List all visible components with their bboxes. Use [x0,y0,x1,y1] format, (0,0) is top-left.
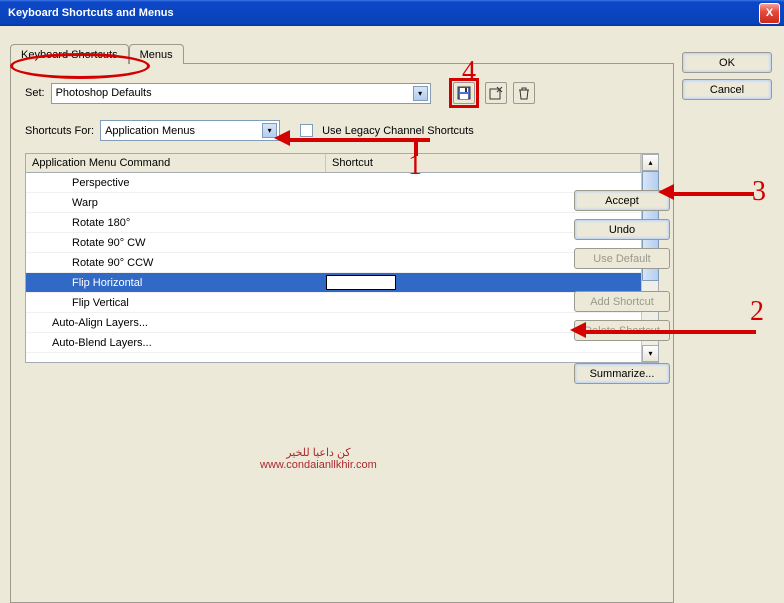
command-cell: Auto-Blend Layers... [32,337,326,349]
tab-menus[interactable]: Menus [129,44,184,64]
watermark: كن داعيا للخير www.condaianllkhir.com [260,446,377,471]
command-cell: Rotate 180° [32,217,326,229]
shortcuts-for-value: Application Menus [105,125,262,137]
chevron-down-icon: ▾ [413,86,428,101]
table-row[interactable]: Rotate 90° CCW [26,253,641,273]
table-row[interactable]: Perspective [26,173,641,193]
table-row[interactable]: Auto-Align Layers... [26,313,641,333]
trash-icon [517,86,531,100]
table-row[interactable]: Flip Horizontal [26,273,641,293]
dialog-buttons: OK Cancel [682,52,772,100]
set-value: Photoshop Defaults [56,87,413,99]
action-buttons: Accept Undo Use Default Add Shortcut Del… [574,190,670,384]
legacy-checkbox[interactable] [300,124,313,137]
window-title: Keyboard Shortcuts and Menus [4,7,759,19]
command-cell: Flip Horizontal [32,277,326,289]
col-shortcut[interactable]: Shortcut [326,154,641,172]
grid-header: Application Menu Command Shortcut [26,154,641,173]
command-cell: Perspective [32,177,326,189]
close-icon: X [766,7,773,19]
save-as-icon [489,86,503,100]
command-cell: Rotate 90° CW [32,237,326,249]
table-row[interactable]: Flip Vertical [26,293,641,313]
set-select[interactable]: Photoshop Defaults ▾ [51,83,431,104]
scroll-up-button[interactable]: ▴ [642,154,659,171]
table-row[interactable]: Rotate 180° [26,213,641,233]
delete-set-button[interactable] [513,82,535,104]
cancel-button[interactable]: Cancel [682,79,772,100]
shortcuts-for-select[interactable]: Application Menus ▾ [100,120,280,141]
tabs: Keyboard Shortcuts Menus [10,44,674,64]
use-default-button[interactable]: Use Default [574,248,670,269]
command-cell: Auto-Align Layers... [32,317,326,329]
dialog-content: OK Cancel Keyboard Shortcuts Menus Set: … [0,26,784,602]
shortcuts-for-label: Shortcuts For: [25,125,94,137]
set-row: Set: Photoshop Defaults ▾ [25,78,659,108]
ok-button[interactable]: OK [682,52,772,73]
set-label: Set: [25,87,45,99]
annotation-2: 2 [750,296,764,328]
grid-main: Application Menu Command Shortcut Perspe… [26,154,641,362]
title-bar: Keyboard Shortcuts and Menus X [0,0,784,26]
legacy-label: Use Legacy Channel Shortcuts [322,125,474,137]
grid-body[interactable]: Perspective Warp Rotate 180° Rotate 90° CW R… [26,173,641,362]
command-cell: Flip Vertical [32,297,326,309]
watermark-line2: www.condaianllkhir.com [260,459,377,471]
watermark-line1: كن داعيا للخير [260,446,377,459]
close-button[interactable]: X [759,3,780,24]
col-command[interactable]: Application Menu Command [26,154,326,172]
summarize-button[interactable]: Summarize... [574,363,670,384]
table-row[interactable]: Auto-Blend Layers... [26,333,641,353]
command-cell: Warp [32,197,326,209]
shortcuts-grid: Application Menu Command Shortcut Perspe… [25,153,659,363]
table-row[interactable]: Rotate 90° CW [26,233,641,253]
save-icon [457,86,471,100]
table-row[interactable]: Warp [26,193,641,213]
new-set-button[interactable] [485,82,507,104]
tab-keyboard-shortcuts[interactable]: Keyboard Shortcuts [10,44,129,64]
accept-button[interactable]: Accept [574,190,670,211]
annotation-3: 3 [752,176,766,208]
shortcut-input[interactable] [326,275,396,290]
annotation-4: 4 [462,56,476,88]
add-shortcut-button[interactable]: Add Shortcut [574,291,670,312]
command-cell: Rotate 90° CCW [32,257,326,269]
undo-button[interactable]: Undo [574,219,670,240]
